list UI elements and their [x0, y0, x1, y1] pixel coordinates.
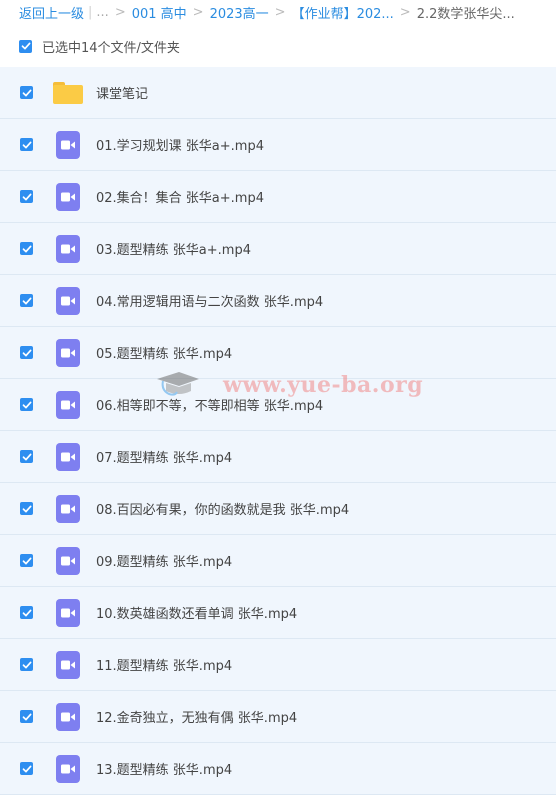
breadcrumb: 返回上一级 | ... > 001 高中 > 2023高一 > 【作业帮】202…: [0, 0, 556, 24]
video-file-icon: [53, 182, 83, 212]
check-icon: [22, 297, 31, 304]
check-icon: [22, 349, 31, 356]
check-icon: [22, 89, 31, 96]
file-name[interactable]: 09.题型精练 张华.mp4: [96, 551, 232, 570]
check-icon: [22, 193, 31, 200]
breadcrumb-item[interactable]: 001 高中: [132, 3, 187, 22]
breadcrumb-item[interactable]: 2023高一: [210, 3, 269, 22]
chevron-right-icon: >: [399, 4, 411, 20]
file-name[interactable]: 12.金奇独立，无独有偶 张华.mp4: [96, 707, 297, 726]
file-row[interactable]: 13.题型精练 张华.mp4: [0, 743, 556, 795]
check-icon: [22, 245, 31, 252]
folder-row[interactable]: 课堂笔记: [0, 67, 556, 119]
video-file-icon: [53, 234, 83, 264]
check-icon: [21, 42, 30, 50]
row-checkbox[interactable]: [20, 346, 33, 359]
row-checkbox[interactable]: [20, 398, 33, 411]
file-row[interactable]: 04.常用逻辑用语与二次函数 张华.mp4: [0, 275, 556, 327]
video-file-icon: [53, 598, 83, 628]
row-checkbox[interactable]: [20, 762, 33, 775]
file-name[interactable]: 06.相等即不等，不等即相等 张华.mp4: [96, 395, 323, 414]
file-row[interactable]: 08.百因必有果，你的函数就是我 张华.mp4: [0, 483, 556, 535]
video-file-icon: [53, 442, 83, 472]
check-icon: [22, 401, 31, 408]
video-file-icon: [53, 494, 83, 524]
chevron-right-icon: >: [274, 4, 286, 20]
file-row[interactable]: 07.题型精练 张华.mp4: [0, 431, 556, 483]
file-row[interactable]: 01.学习规划课 张华a+.mp4: [0, 119, 556, 171]
row-checkbox[interactable]: [20, 710, 33, 723]
video-file-icon: [53, 546, 83, 576]
file-row[interactable]: 03.题型精练 张华a+.mp4: [0, 223, 556, 275]
file-name[interactable]: 10.数英雄函数还看单调 张华.mp4: [96, 603, 297, 622]
file-name[interactable]: 11.题型精练 张华.mp4: [96, 655, 232, 674]
video-file-icon: [53, 754, 83, 784]
file-name[interactable]: 01.学习规划课 张华a+.mp4: [96, 135, 264, 154]
file-name[interactable]: 08.百因必有果，你的函数就是我 张华.mp4: [96, 499, 349, 518]
breadcrumb-item[interactable]: 【作业帮】202...: [292, 3, 394, 22]
row-checkbox[interactable]: [20, 502, 33, 515]
video-file-icon: [53, 702, 83, 732]
row-checkbox[interactable]: [20, 294, 33, 307]
video-file-icon: [53, 390, 83, 420]
file-list: 课堂笔记 01.学习规划课 张华a+.mp4 02.集合！集合 张华a+.mp4 03…: [0, 67, 556, 795]
back-link[interactable]: 返回上一级: [19, 3, 84, 22]
file-row[interactable]: 05.题型精练 张华.mp4: [0, 327, 556, 379]
check-icon: [22, 765, 31, 772]
selection-bar: 已选中14个文件/文件夹: [0, 24, 556, 68]
row-checkbox[interactable]: [20, 554, 33, 567]
check-icon: [22, 505, 31, 512]
file-row[interactable]: 02.集合！集合 张华a+.mp4: [0, 171, 556, 223]
row-checkbox[interactable]: [20, 86, 33, 99]
row-checkbox[interactable]: [20, 242, 33, 255]
chevron-right-icon: >: [114, 4, 126, 20]
chevron-right-icon: >: [192, 4, 204, 20]
folder-icon: [53, 78, 83, 108]
selection-count: 已选中14个文件/文件夹: [42, 40, 180, 56]
video-file-icon: [53, 338, 83, 368]
video-file-icon: [53, 650, 83, 680]
row-checkbox[interactable]: [20, 606, 33, 619]
breadcrumb-divider: |: [88, 4, 93, 20]
file-name[interactable]: 13.题型精练 张华.mp4: [96, 759, 232, 778]
file-row[interactable]: 11.题型精练 张华.mp4: [0, 639, 556, 691]
file-name[interactable]: 02.集合！集合 张华a+.mp4: [96, 187, 264, 206]
check-icon: [22, 661, 31, 668]
video-file-icon: [53, 286, 83, 316]
check-icon: [22, 609, 31, 616]
file-name[interactable]: 05.题型精练 张华.mp4: [96, 343, 232, 362]
file-row[interactable]: 09.题型精练 张华.mp4: [0, 535, 556, 587]
file-row[interactable]: 12.金奇独立，无独有偶 张华.mp4: [0, 691, 556, 743]
file-row[interactable]: 06.相等即不等，不等即相等 张华.mp4: [0, 379, 556, 431]
check-icon: [22, 713, 31, 720]
select-all-checkbox[interactable]: [19, 39, 32, 53]
file-name[interactable]: 07.题型精练 张华.mp4: [96, 447, 232, 466]
video-file-icon: [53, 130, 83, 160]
file-name[interactable]: 04.常用逻辑用语与二次函数 张华.mp4: [96, 291, 323, 310]
breadcrumb-current: 2.2数学张华尖...: [416, 6, 515, 22]
check-icon: [22, 453, 31, 460]
row-checkbox[interactable]: [20, 138, 33, 151]
row-checkbox[interactable]: [20, 450, 33, 463]
row-checkbox[interactable]: [20, 190, 33, 203]
file-row[interactable]: 10.数英雄函数还看单调 张华.mp4: [0, 587, 556, 639]
check-icon: [22, 557, 31, 564]
file-name[interactable]: 课堂笔记: [96, 83, 148, 102]
check-icon: [22, 141, 31, 148]
file-name[interactable]: 03.题型精练 张华a+.mp4: [96, 239, 251, 258]
breadcrumb-ellipsis[interactable]: ...: [96, 5, 108, 20]
row-checkbox[interactable]: [20, 658, 33, 671]
